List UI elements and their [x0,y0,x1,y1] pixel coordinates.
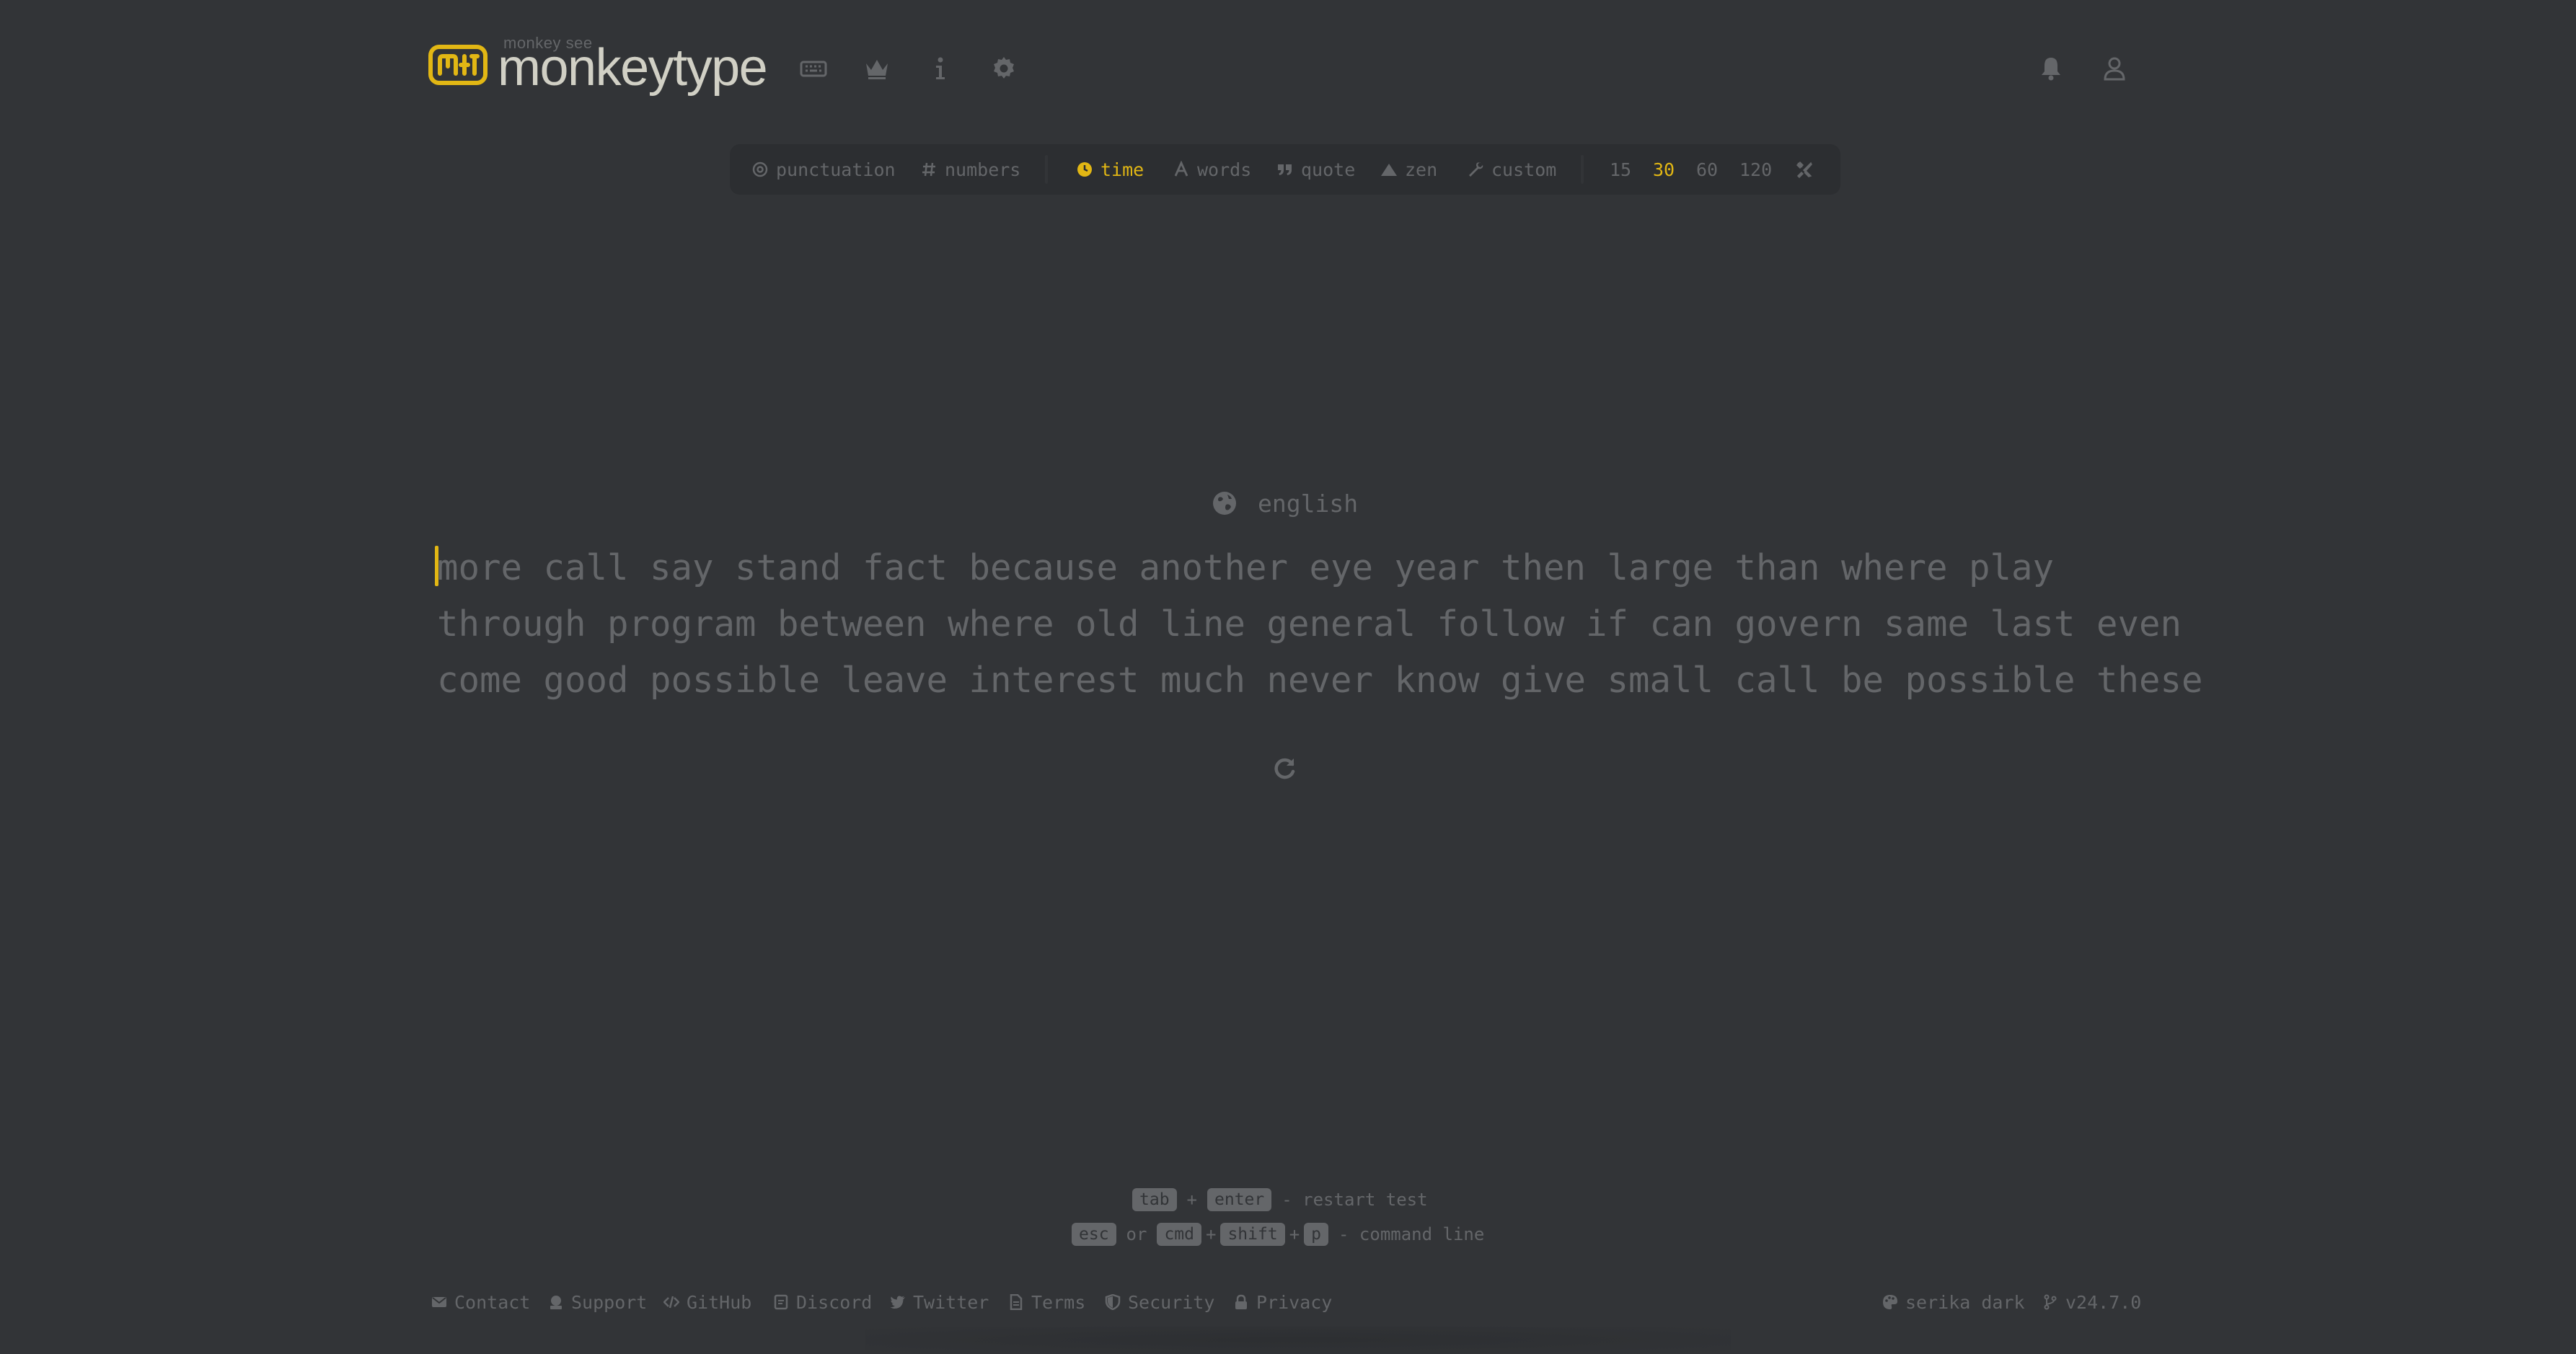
footer-github-link[interactable]: GitHub [663,1289,751,1315]
hint-or: or [1126,1224,1147,1244]
custom-duration-button[interactable] [1796,158,1813,181]
mode-custom-button[interactable]: custom [1467,158,1556,181]
duration-120-label: 120 [1739,159,1773,180]
footer-github-label: GitHub [687,1291,752,1313]
keyboard-icon[interactable] [799,54,828,83]
theme-label: serika dark [1905,1291,2025,1313]
footer-terms-link[interactable]: Terms [1008,1289,1085,1315]
duration-30-button[interactable]: 30 [1653,158,1675,181]
numbers-label: numbers [945,159,1021,180]
mode-time-label: time [1100,159,1144,180]
mode-zen-label: zen [1405,159,1438,180]
hash-icon [922,162,935,177]
palette-icon [1883,1295,1897,1309]
code-branch-icon [2044,1294,2057,1310]
version-label: v24.7.0 [2065,1291,2142,1313]
gear-icon[interactable] [989,54,1018,83]
version-button[interactable]: v24.7.0 [2042,1289,2141,1315]
quote-icon [1278,164,1292,175]
footer-discord-label: Discord [796,1291,873,1313]
mode-time-button[interactable]: time [1076,158,1144,181]
command-line-hint: esc or cmd + shift + p - command line [1072,1221,1494,1247]
restart-hint-text: - restart test [1282,1190,1428,1210]
mode-custom-label: custom [1491,159,1557,180]
footer-support-label: Support [571,1291,648,1313]
theme-button[interactable]: serika dark [1882,1289,2025,1315]
redo-icon [1274,758,1295,779]
key-p: p [1304,1223,1329,1246]
key-tab: tab [1132,1188,1177,1211]
footer-support-link[interactable]: Support [548,1289,647,1315]
duration-60-button[interactable]: 60 [1696,158,1718,181]
user-icon[interactable] [2100,54,2129,83]
language-button[interactable]: english [1212,487,1358,519]
punctuation-label: punctuation [776,159,896,180]
file-icon [1010,1294,1023,1310]
footer-security-link[interactable]: Security [1105,1289,1214,1315]
duration-120-button[interactable]: 120 [1739,158,1772,181]
code-icon [663,1296,679,1309]
footer-twitter-link[interactable]: Twitter [890,1289,989,1315]
key-shift: shift [1220,1223,1285,1246]
words-line-3[interactable]: come good possible leave interest much n… [437,658,2203,703]
mode-words-button[interactable]: words [1173,158,1251,181]
envelope-icon [432,1297,446,1307]
monkeytype-logo-icon[interactable] [428,45,488,85]
footer-discord-link[interactable]: Discord [773,1289,872,1315]
footer-contact-link[interactable]: Contact [431,1289,530,1315]
footer-contact-label: Contact [454,1291,531,1313]
key-enter: enter [1207,1188,1272,1211]
info-icon[interactable] [926,54,955,83]
footer-security-label: Security [1128,1291,1215,1313]
shield-icon [1105,1294,1121,1310]
key-esc: esc [1072,1223,1116,1246]
mountain-icon [1381,164,1397,176]
twitter-icon [890,1296,905,1309]
numbers-toggle[interactable]: numbers [920,158,1020,181]
hint-plus: + [1186,1190,1197,1210]
language-label: english [1258,489,1359,518]
crown-icon[interactable] [863,54,891,83]
lock-icon [1235,1294,1247,1309]
words-line-1[interactable]: more call say stand fact because another… [437,546,2054,590]
config-separator [1045,155,1048,184]
footer-privacy-label: Privacy [1256,1291,1333,1313]
hint-plus: + [1206,1224,1217,1244]
clock-icon [1077,162,1092,177]
footer-privacy-link[interactable]: Privacy [1233,1289,1332,1315]
duration-15-button[interactable]: 15 [1610,158,1631,181]
donate-icon [550,1296,562,1309]
config-separator [1581,155,1584,184]
restart-hint: tab + enter - restart test [1132,1187,1438,1213]
font-icon [1174,161,1188,177]
at-icon [752,161,768,177]
hint-plus: + [1289,1224,1300,1244]
footer-shadow [865,1327,1731,1354]
mode-zen-button[interactable]: zen [1380,158,1437,181]
duration-60-label: 60 [1696,159,1719,180]
words-line-2[interactable]: through program between where old line g… [437,602,2182,647]
command-line-hint-text: - command line [1338,1224,1485,1244]
discord-icon [774,1294,788,1310]
bell-icon[interactable] [2037,54,2065,83]
mode-quote-label: quote [1301,159,1356,180]
key-cmd: cmd [1157,1223,1201,1246]
restart-test-button[interactable] [1271,756,1298,783]
wrench-icon [1469,162,1483,177]
mode-words-label: words [1197,159,1252,180]
footer-twitter-label: Twitter [913,1291,989,1313]
duration-15-label: 15 [1610,159,1632,180]
duration-30-label: 30 [1653,159,1675,180]
punctuation-toggle[interactable]: punctuation [751,158,896,181]
logo-wordmark[interactable]: monkeytype [498,35,768,101]
mode-quote-button[interactable]: quote [1276,158,1355,181]
tools-icon [1796,161,1812,178]
globe-icon [1213,492,1236,515]
footer-terms-label: Terms [1031,1291,1086,1313]
